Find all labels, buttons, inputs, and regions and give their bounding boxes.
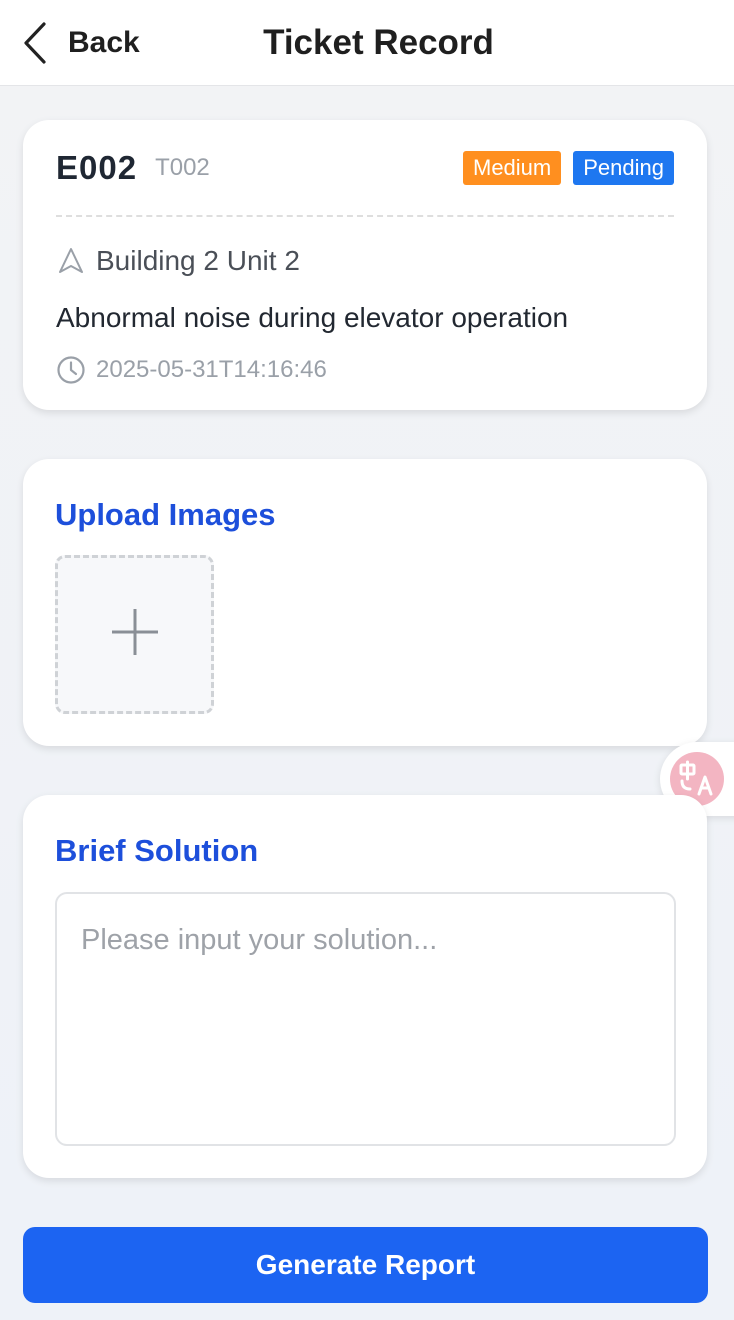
- ticket-id: E002: [56, 149, 138, 186]
- timestamp-row: 2025-05-31T14:16:46: [56, 353, 327, 387]
- brief-solution-title: Brief Solution: [55, 833, 259, 868]
- plus-icon: [110, 607, 160, 662]
- solution-textarea[interactable]: [55, 892, 676, 1146]
- ticket-code: T002: [155, 154, 210, 181]
- location-text: Building 2 Unit 2: [96, 245, 300, 276]
- timestamp-text: 2025-05-31T14:16:46: [96, 356, 327, 383]
- upload-images-title: Upload Images: [55, 497, 276, 532]
- ticket-header: E002 T002 Medium Pending: [56, 148, 674, 188]
- upload-images-card: Upload Images: [23, 459, 707, 746]
- navigation-arrow-icon: [56, 246, 86, 276]
- clock-icon: [56, 355, 86, 385]
- location-row: Building 2 Unit 2: [56, 244, 300, 278]
- brief-solution-card: Brief Solution: [23, 795, 707, 1178]
- ticket-description: Abnormal noise during elevator operation: [56, 302, 569, 333]
- generate-report-button[interactable]: Generate Report: [23, 1227, 708, 1303]
- top-nav-bar: Back Ticket Record: [0, 0, 734, 86]
- status-badge: Pending: [573, 151, 674, 185]
- upload-image-button[interactable]: [55, 555, 214, 714]
- ticket-badges: Medium Pending: [463, 151, 674, 185]
- dashed-divider: [56, 215, 674, 217]
- ticket-card: E002 T002 Medium Pending Building 2 Unit…: [23, 120, 707, 410]
- page-title: Ticket Record: [263, 23, 494, 62]
- priority-badge: Medium: [463, 151, 562, 185]
